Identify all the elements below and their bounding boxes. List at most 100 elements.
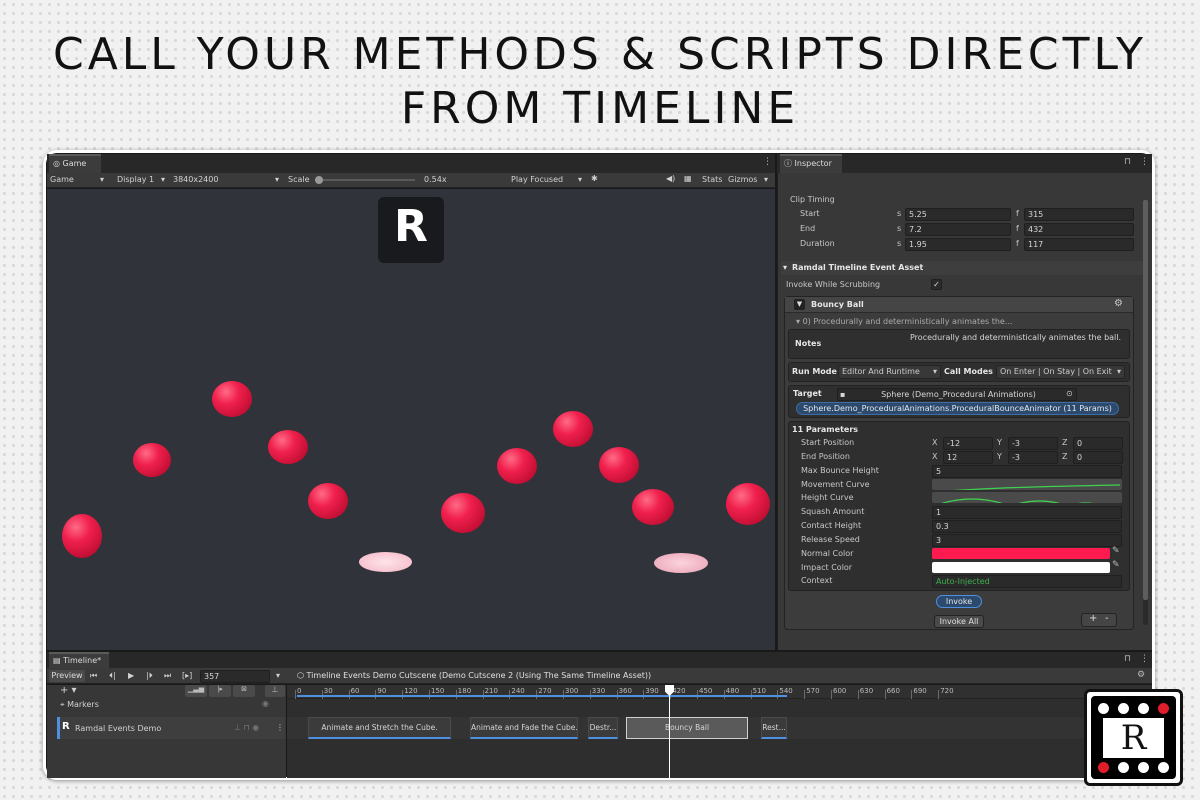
scrollbar-thumb[interactable] (1143, 200, 1148, 600)
y-field[interactable]: -3 (1008, 437, 1058, 450)
eyedropper-icon[interactable]: ✎ (1112, 546, 1120, 556)
timeline-clip[interactable]: Bouncy Ball (626, 717, 748, 739)
timeline-asset-icon: ⬡ (297, 671, 307, 680)
target-field[interactable]: ▪ Sphere (Demo_Procedural Animations) (837, 388, 1077, 401)
y-field[interactable]: -3 (1008, 451, 1058, 464)
stats-button[interactable]: Stats (702, 175, 722, 184)
tab-game[interactable]: ◎ Game (49, 154, 101, 173)
object-picker-icon[interactable]: ⊙ (1066, 389, 1073, 398)
run-mode-dropdown[interactable]: Editor And Runtime ▾ (838, 365, 941, 379)
add-button[interactable]: + (1089, 613, 1097, 624)
track-toolbar: ▁▃▅ |▸ ⊠ ⊥ (185, 685, 285, 697)
seconds-field[interactable]: 1.95 (905, 238, 1011, 251)
ruler-tick-label: 510 (752, 687, 766, 695)
seconds-field[interactable]: 7.2 (905, 223, 1011, 236)
ripple-icon[interactable]: |▸ (209, 685, 231, 697)
script-icon: ▪ (840, 390, 846, 399)
slider-handle[interactable] (315, 176, 323, 184)
parameter-label: Movement Curve (801, 480, 870, 489)
keyboard-icon[interactable]: ▦ (684, 174, 692, 183)
markers-row: ⌖ Markers (60, 700, 99, 710)
z-field[interactable]: 0 (1073, 437, 1123, 450)
ruler-tick (938, 690, 940, 699)
gear-icon[interactable]: ⚙ (1137, 670, 1145, 680)
z-axis-label: Z (1062, 438, 1068, 447)
go-to-end-icon[interactable]: ⏭ (164, 671, 171, 681)
event-summary[interactable]: ▾ 0) Procedurally and deterministically … (796, 317, 1012, 326)
gear-icon[interactable]: ⚙ (1114, 298, 1123, 309)
x-axis-label: X (932, 438, 938, 447)
game-mode-dropdown[interactable]: Game ▾ (50, 175, 104, 184)
contact-height-field[interactable]: 0.3 (932, 520, 1122, 533)
collapse-icon[interactable]: ▼ (794, 299, 805, 310)
add-track-button[interactable]: + ▾ (60, 685, 77, 696)
tab-timeline[interactable]: ▤ Timeline* (49, 652, 109, 668)
mix-icon[interactable]: ⊠ (233, 685, 255, 697)
x-field[interactable]: 12 (943, 451, 993, 464)
release-speed-field[interactable]: 3 (932, 534, 1122, 547)
ruler-tick-label: 60 (350, 687, 360, 695)
display-dropdown[interactable]: Display 1 ▾ (117, 175, 165, 184)
film-hole (1118, 762, 1129, 773)
z-field[interactable]: 0 (1073, 451, 1123, 464)
clip-timing-heading: Clip Timing (790, 195, 835, 204)
track-lock-icons[interactable]: ⊥ ⊓ ◉ (234, 723, 259, 732)
remove-button[interactable]: - (1105, 613, 1109, 624)
pin-icon[interactable]: ⊥ (265, 685, 285, 697)
loop-range-icon[interactable]: [▸] (182, 671, 192, 680)
tab-inspector[interactable]: ⓘ Inspector (780, 154, 842, 173)
scrollbar[interactable] (1143, 200, 1148, 625)
timeline-clip[interactable]: Rest... (761, 717, 787, 739)
notes-text[interactable]: Procedurally and deterministically anima… (910, 332, 1126, 356)
seconds-field[interactable]: 5.25 (905, 208, 1011, 221)
ball-squashed (654, 553, 708, 573)
normal-color-swatch[interactable] (932, 548, 1110, 559)
frames-field[interactable]: 315 (1024, 208, 1134, 221)
method-selector[interactable]: Sphere.Demo_ProceduralAnimations.Procedu… (796, 402, 1119, 415)
preview-button[interactable]: Preview (49, 670, 85, 682)
go-to-start-icon[interactable]: ⏮ (90, 671, 97, 681)
chevron-down-icon: ▾ (1116, 367, 1121, 376)
resolution-dropdown[interactable]: 3840x2400 ▾ (173, 175, 283, 184)
x-field[interactable]: -12 (943, 437, 993, 450)
bug-icon[interactable]: ✱ (591, 174, 598, 183)
more-options-icon[interactable]: ⋮ (1140, 157, 1149, 167)
eye-icon[interactable]: ◉ (262, 699, 269, 708)
max-bounce-height-field[interactable]: 5 (932, 465, 1122, 478)
movement-curve-field[interactable] (932, 479, 1122, 490)
logo-letter: R (394, 201, 428, 252)
frames-field[interactable]: 117 (1024, 238, 1134, 251)
height-curve-field[interactable] (932, 492, 1122, 503)
invoke-button[interactable]: Invoke (936, 595, 982, 608)
timeline-clip[interactable]: Animate and Stretch the Cube. (308, 717, 451, 739)
more-options-icon[interactable]: ⋮ (763, 157, 772, 167)
scale-slider[interactable] (315, 176, 415, 184)
call-modes-dropdown[interactable]: On Enter | On Stay | On Exit ▾ (996, 365, 1125, 379)
gizmos-dropdown[interactable]: Gizmos ▾ (728, 175, 774, 184)
chevron-down-icon: ▾ (932, 367, 937, 376)
impact-color-swatch[interactable] (932, 562, 1110, 573)
timeline-clip[interactable]: Destr... (588, 717, 618, 739)
invoke-all-button[interactable]: Invoke All (934, 615, 984, 628)
next-frame-icon[interactable]: |⏵ (146, 671, 153, 681)
eyedropper-icon[interactable]: ✎ (1112, 560, 1120, 570)
squash-amount-field[interactable]: 1 (932, 506, 1122, 519)
ruler-tick-label: 450 (699, 687, 713, 695)
lock-icon[interactable]: ⊓ (1124, 157, 1131, 167)
lock-icon[interactable]: ⊓ (1124, 654, 1131, 664)
snap-icon[interactable]: ▁▃▅ (185, 685, 207, 697)
context-field[interactable]: Auto-Injected (932, 575, 1122, 588)
frame-field[interactable]: 357 (200, 670, 270, 683)
play-icon[interactable]: ▶ (128, 671, 134, 680)
ruler-tick (911, 690, 913, 699)
more-options-icon[interactable]: ⋮ (1140, 654, 1149, 664)
ball (632, 489, 674, 525)
invoke-scrubbing-checkbox[interactable]: ✓ (931, 279, 942, 290)
previous-frame-icon[interactable]: ⏴| (109, 671, 116, 681)
track-options-icon[interactable]: ⋮ (276, 723, 284, 732)
speaker-icon[interactable]: ◀) (666, 174, 675, 183)
chevron-down-icon[interactable]: ▾ (276, 671, 280, 680)
frames-field[interactable]: 432 (1024, 223, 1134, 236)
play-focused-dropdown[interactable]: Play Focused ▾ (511, 175, 591, 184)
timeline-clip[interactable]: Animate and Fade the Cube. (470, 717, 578, 739)
